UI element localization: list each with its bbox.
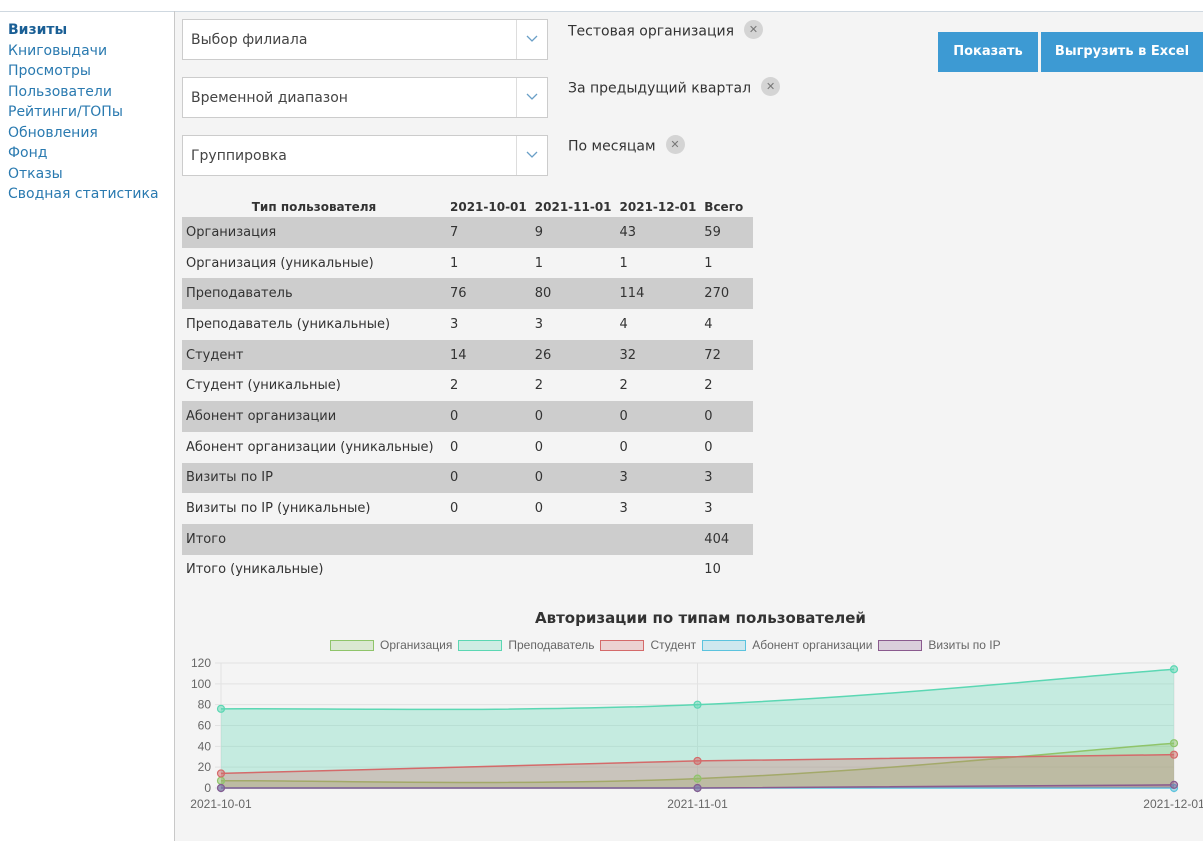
y-tick-label: 80 <box>198 698 212 712</box>
data-point <box>1169 780 1179 789</box>
x-tick-label: 2021-10-01 <box>190 797 252 811</box>
data-point <box>216 776 226 785</box>
data-point <box>693 783 702 793</box>
x-tick-label: 2021-11-01 <box>667 797 728 811</box>
data-point <box>693 774 702 783</box>
data-point <box>216 783 226 793</box>
y-tick-label: 20 <box>198 760 212 774</box>
data-point <box>1169 665 1179 674</box>
data-point <box>1169 739 1179 748</box>
data-point <box>216 769 226 778</box>
y-tick-label: 0 <box>204 781 211 795</box>
data-point <box>693 700 702 709</box>
data-point <box>216 704 226 713</box>
data-point <box>693 756 702 766</box>
area-chart: 0 20 40 60 80 100 120 2021-10-01 2021-11-01 2021-… <box>190 656 1203 811</box>
y-tick-label: 60 <box>198 719 212 733</box>
data-point <box>1169 750 1179 759</box>
y-tick-label: 120 <box>191 656 211 670</box>
x-tick-label: 2021-12-01 <box>1143 797 1203 811</box>
y-tick-label: 40 <box>198 739 212 753</box>
y-tick-label: 100 <box>191 677 211 691</box>
